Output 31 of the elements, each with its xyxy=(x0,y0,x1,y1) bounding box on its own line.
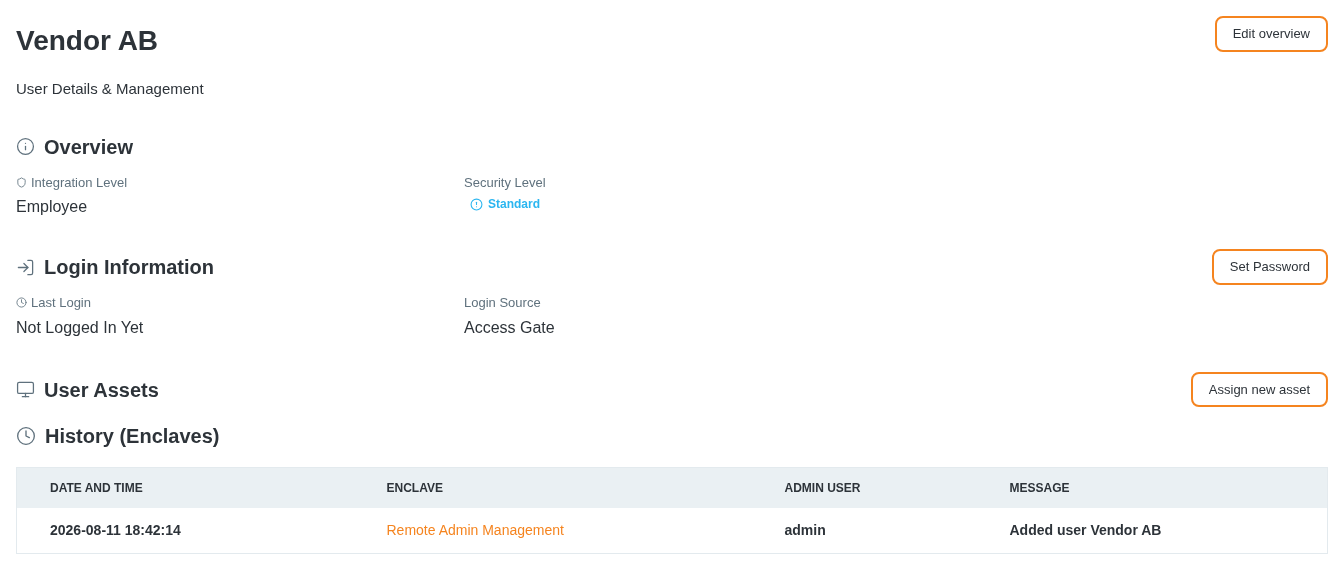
set-password-button[interactable]: Set Password xyxy=(1211,249,1328,285)
clock-icon xyxy=(16,297,27,309)
field-value: Access Gate xyxy=(464,317,556,338)
column-header: ADMIN USER xyxy=(784,467,1010,508)
info-icon xyxy=(16,137,35,156)
section-heading: History (Enclaves) xyxy=(45,423,220,449)
field-label: Login Source xyxy=(464,294,541,312)
section-heading: User Assets xyxy=(44,377,159,403)
page-subtitle: User Details & Management xyxy=(16,79,205,99)
edit-overview-button[interactable]: Edit overview xyxy=(1214,16,1328,52)
field-value: Employee xyxy=(16,197,89,217)
page-title: Vendor AB xyxy=(16,24,159,58)
assign-asset-button[interactable]: Assign new asset xyxy=(1190,371,1328,408)
field-value: Not Logged In Yet xyxy=(16,317,145,338)
field-label: Last Login xyxy=(31,294,91,312)
section-heading: Overview xyxy=(44,134,133,160)
field-label: Integration Level xyxy=(31,173,128,192)
section-heading: Login Information xyxy=(44,255,214,280)
shield-icon xyxy=(16,176,27,188)
status-text: Standard xyxy=(488,196,540,213)
monitor-icon xyxy=(16,380,35,399)
column-header: MESSAGE xyxy=(1009,467,1328,508)
field-label: Security Level xyxy=(464,173,546,192)
clock-icon xyxy=(16,425,36,446)
column-header: ENCLAVE xyxy=(386,467,785,508)
column-header: DATE AND TIME xyxy=(16,467,387,508)
table-cell: Added user Vendor AB xyxy=(1009,508,1328,553)
table-cell: 2026-08-11 18:42:14 xyxy=(16,508,387,553)
table-cell: admin xyxy=(784,508,1010,553)
alert-icon xyxy=(470,197,483,211)
login-arrow-icon xyxy=(16,257,35,277)
